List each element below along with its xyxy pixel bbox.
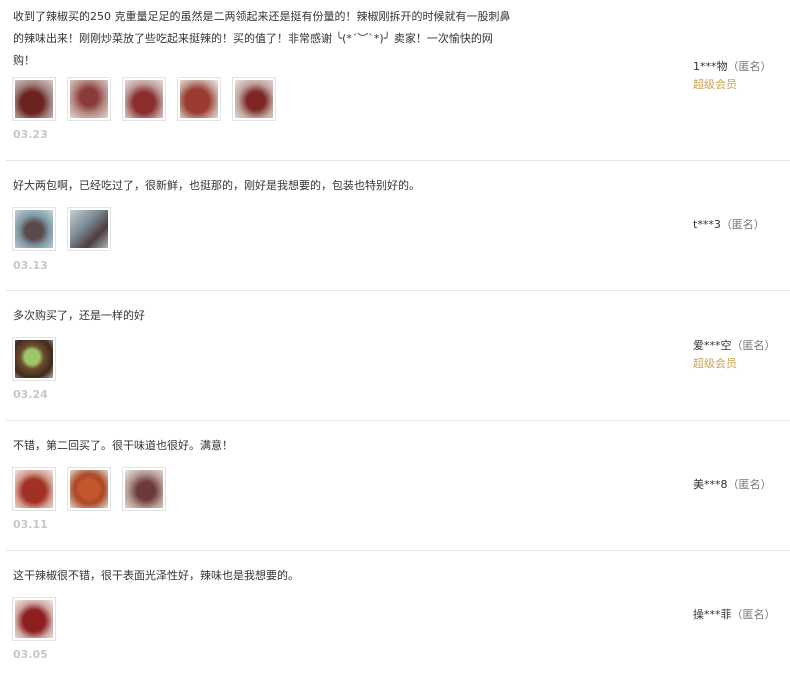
reviewer-name: 1***物 xyxy=(693,60,728,73)
chili-photo xyxy=(235,80,273,118)
review-text: 多次购买了，还是一样的好 xyxy=(13,309,145,322)
review-photo-thumbnail[interactable] xyxy=(67,467,111,511)
review-photo-thumbnail[interactable] xyxy=(67,207,111,251)
review-item: 这干辣椒很不错，很干表面光泽性好，辣味也是我想要的。 03.05 操***菲（匿… xyxy=(6,550,790,678)
chili-photo xyxy=(70,80,108,118)
review-photo-thumbnail[interactable] xyxy=(12,467,56,511)
review-text: 好大两包啊，已经吃过了，很新鲜，也挺那的，刚好是我想要的，包装也特别好的。 xyxy=(13,179,420,192)
review-photo-thumbnail[interactable] xyxy=(122,77,166,121)
review-item: 多次购买了，还是一样的好 03.24 爱***空（匿名） 超级会员 xyxy=(6,290,790,421)
reviewer-info: 操***菲（匿名） xyxy=(693,606,776,624)
reviewer-name: 美***8 xyxy=(693,478,728,491)
review-photo-thumbnail[interactable] xyxy=(67,77,111,121)
anonymous-label: （匿名） xyxy=(731,339,776,352)
review-photo-thumbnail[interactable] xyxy=(12,77,56,121)
review-photos xyxy=(12,77,276,121)
dish-photo xyxy=(15,340,53,378)
reviewer-name: 操***菲 xyxy=(693,608,732,621)
anonymous-label: （匿名） xyxy=(720,218,765,231)
reviewer-info: 1***物（匿名） 超级会员 xyxy=(693,58,772,94)
review-photo-thumbnail[interactable] xyxy=(12,207,56,251)
chili-photo xyxy=(15,600,53,638)
chili-photo xyxy=(15,80,53,118)
reviewer-info: 美***8（匿名） xyxy=(693,476,772,494)
reviewer-info: 爱***空（匿名） 超级会员 xyxy=(693,337,776,373)
review-photo-thumbnail[interactable] xyxy=(12,337,56,381)
chili-photo xyxy=(70,470,108,508)
review-list: 收到了辣椒买的250 克重量足足的虽然是二两领起来还是挺有份量的！辣椒刚拆开的时… xyxy=(0,0,790,678)
chili-photo xyxy=(15,470,53,508)
anonymous-label: （匿名） xyxy=(731,608,776,621)
review-item: 收到了辣椒买的250 克重量足足的虽然是二两领起来还是挺有份量的！辣椒刚拆开的时… xyxy=(6,0,790,161)
review-date: 03.13 xyxy=(13,259,48,272)
review-photos xyxy=(12,337,56,381)
review-text: 不错，第二回买了。很干味道也很好。满意！ xyxy=(13,439,233,452)
review-photos xyxy=(12,597,56,641)
chili-photo xyxy=(125,80,163,118)
reviewer-name: t***3 xyxy=(693,218,721,231)
review-photo-thumbnail[interactable] xyxy=(232,77,276,121)
chili-bag-photo xyxy=(15,210,53,248)
review-date: 03.23 xyxy=(13,128,48,141)
vip-badge: 超级会员 xyxy=(693,78,737,91)
review-text: 收到了辣椒买的250 克重量足足的虽然是二两领起来还是挺有份量的！辣椒刚拆开的时… xyxy=(13,10,511,67)
anonymous-label: （匿名） xyxy=(727,478,772,491)
review-photos xyxy=(12,207,111,251)
chili-photo xyxy=(180,80,218,118)
review-item: 好大两包啊，已经吃过了，很新鲜，也挺那的，刚好是我想要的，包装也特别好的。 03… xyxy=(6,160,790,291)
review-photo-thumbnail[interactable] xyxy=(177,77,221,121)
reviewer-info: t***3（匿名） xyxy=(693,216,765,234)
anonymous-label: （匿名） xyxy=(727,60,772,73)
review-photos xyxy=(12,467,166,511)
vip-badge: 超级会员 xyxy=(693,357,737,370)
review-item: 不错，第二回买了。很干味道也很好。满意！ 03.11 美***8（匿名） xyxy=(6,420,790,551)
review-date: 03.11 xyxy=(13,518,48,531)
review-date: 03.05 xyxy=(13,648,48,661)
reviewer-name: 爱***空 xyxy=(693,339,732,352)
chili-bag-photo xyxy=(70,210,108,248)
review-photo-thumbnail[interactable] xyxy=(122,467,166,511)
review-date: 03.24 xyxy=(13,388,48,401)
chili-photo xyxy=(125,470,163,508)
review-photo-thumbnail[interactable] xyxy=(12,597,56,641)
review-text: 这干辣椒很不错，很干表面光泽性好，辣味也是我想要的。 xyxy=(13,569,299,582)
